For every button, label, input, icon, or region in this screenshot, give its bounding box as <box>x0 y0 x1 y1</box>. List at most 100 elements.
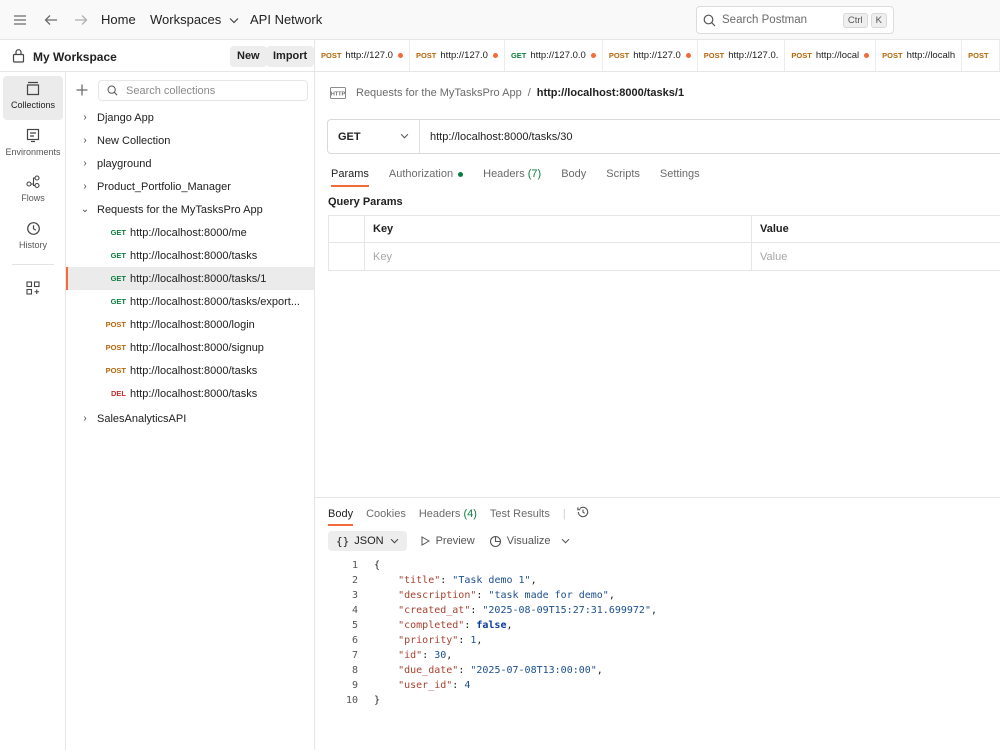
breadcrumb-current[interactable]: http://localhost:8000/tasks/1 <box>537 87 684 99</box>
column-header-key: Key <box>365 216 752 242</box>
tab-request-5[interactable]: POST http://127.0. <box>698 40 786 71</box>
request-item[interactable]: GET http://localhost:8000/tasks/export... <box>66 290 314 313</box>
tab-request-2[interactable]: POST http://127.0 <box>410 40 505 71</box>
json-key: "description" <box>398 590 477 601</box>
breadcrumb-parent[interactable]: Requests for the MyTasksPro App <box>356 87 522 99</box>
tab-request-1[interactable]: POST http://127.0 <box>315 40 410 71</box>
unsaved-dot <box>492 53 498 58</box>
tab-cookies[interactable]: Cookies <box>366 508 406 526</box>
shortcut-ctrl: Ctrl <box>842 12 868 28</box>
workspace-title[interactable]: My Workspace <box>33 50 117 64</box>
tab-request-3[interactable]: GET http://127.0.0 <box>505 40 603 71</box>
request-label: http://localhost:8000/tasks/export... <box>130 295 300 308</box>
play-icon <box>421 536 430 546</box>
tab-request-7[interactable]: POST http://localh <box>876 40 963 71</box>
chevron-down-icon[interactable] <box>561 535 570 547</box>
add-collection-icon[interactable] <box>76 81 88 101</box>
visualize-icon <box>489 535 501 547</box>
visualize-label: Visualize <box>506 535 551 547</box>
request-item[interactable]: GET http://localhost:8000/tasks <box>66 244 314 267</box>
add-apps-icon <box>3 281 63 297</box>
workspaces-dropdown[interactable]: Workspaces <box>150 12 239 27</box>
headers-count: (7) <box>527 168 542 180</box>
home-link[interactable]: Home <box>101 12 136 27</box>
value-input[interactable]: Value <box>752 243 1000 270</box>
forward-arrow-icon[interactable] <box>71 10 91 30</box>
tab-params[interactable]: Params <box>331 168 369 187</box>
sidebar-item-environments[interactable]: Environments <box>3 123 63 167</box>
tab-request-4[interactable]: POST http://127.0 <box>603 40 698 71</box>
tab-scripts[interactable]: Scripts <box>606 168 640 187</box>
collection-django-app[interactable]: › Django App <box>66 106 314 129</box>
sidebar-rail: Collections Environments Flows History <box>0 72 66 750</box>
workspace-header: My Workspace New Import <box>0 40 315 72</box>
tab-separator: | <box>562 507 566 520</box>
tab-response-body[interactable]: Body <box>328 508 354 526</box>
search-collections-input[interactable]: Search collections <box>98 80 308 101</box>
back-arrow-icon[interactable] <box>41 10 61 30</box>
json-key: "completed" <box>398 620 465 631</box>
request-method: POST <box>105 320 126 329</box>
tab-response-headers[interactable]: Headers (4) <box>419 508 477 526</box>
import-button[interactable]: Import <box>266 46 315 67</box>
preview-button[interactable]: Preview <box>421 535 475 547</box>
sidebar-item-collections[interactable]: Collections <box>3 76 63 120</box>
search-placeholder: Search Postman <box>722 14 808 26</box>
collection-salesanalyticsapi[interactable]: › SalesAnalyticsAPI <box>66 407 314 430</box>
code-line: 5 "completed": false, <box>328 618 657 633</box>
tab-settings[interactable]: Settings <box>660 168 700 187</box>
request-item[interactable]: POST http://localhost:8000/signup <box>66 336 314 359</box>
api-network-link[interactable]: API Network <box>250 12 322 27</box>
visualize-button[interactable]: Visualize <box>489 535 551 548</box>
response-history-icon[interactable] <box>576 505 590 528</box>
tab-method: POST <box>882 51 903 60</box>
format-select[interactable]: {} JSON <box>328 531 407 551</box>
collection-new-collection[interactable]: › New Collection <box>66 129 314 152</box>
request-method: POST <box>105 343 126 352</box>
request-label: http://localhost:8000/tasks/1 <box>130 272 267 285</box>
sidebar-item-flows[interactable]: Flows <box>3 169 63 213</box>
search-icon <box>107 85 118 96</box>
collection-playground[interactable]: › playground <box>66 152 314 175</box>
new-button[interactable]: New <box>230 46 267 67</box>
json-key: "title" <box>398 575 441 586</box>
menu-icon[interactable] <box>10 10 30 30</box>
request-item[interactable]: DEL http://localhost:8000/tasks <box>66 382 314 405</box>
tab-request-6[interactable]: POST http://local <box>785 40 877 71</box>
tab-body[interactable]: Body <box>561 168 586 187</box>
request-item[interactable]: POST http://localhost:8000/tasks <box>66 359 314 382</box>
request-method: DEL <box>111 389 126 398</box>
key-input[interactable]: Key <box>365 243 752 270</box>
sidebar-item-history[interactable]: History <box>3 216 63 260</box>
response-headers-count: (4) <box>463 507 477 520</box>
response-format-row: {} JSON Preview Visualize <box>328 531 570 551</box>
chevron-down-icon <box>400 131 409 142</box>
search-collections-placeholder: Search collections <box>126 84 216 97</box>
tab-request-8[interactable]: POST <box>962 40 1000 71</box>
sidebar-item-configure[interactable] <box>3 276 63 300</box>
request-item[interactable]: POST http://localhost:8000/login <box>66 313 314 336</box>
json-value: "Task demo 1" <box>452 575 531 586</box>
collections-icon <box>3 81 63 97</box>
request-item[interactable]: GET http://localhost:8000/tasks/1 <box>66 267 314 290</box>
search-postman-input[interactable]: Search Postman Ctrl K <box>696 6 894 34</box>
tab-headers[interactable]: Headers (7) <box>483 168 541 187</box>
tab-test-results[interactable]: Test Results <box>490 508 550 526</box>
collection-label: Django App <box>97 111 154 124</box>
request-method: GET <box>110 251 126 260</box>
collection-product-portfolio-manager[interactable]: › Product_Portfolio_Manager <box>66 175 314 198</box>
tab-authorization[interactable]: Authorization <box>389 168 464 187</box>
method-select[interactable]: GET <box>328 120 420 153</box>
line-number: 5 <box>351 620 358 631</box>
collection-mytaskspro[interactable]: ⌄ Requests for the MyTasksPro App <box>66 198 314 221</box>
code-line: 6 "priority": 1, <box>328 633 657 648</box>
search-icon <box>703 14 716 26</box>
line-number: 2 <box>351 575 358 586</box>
request-item[interactable]: GET http://localhost:8000/me <box>66 221 314 244</box>
url-input[interactable]: http://localhost:8000/tasks/30 <box>430 131 572 143</box>
response-body-code[interactable]: 1{2 "title": "Task demo 1", 3 "descriptio… <box>328 558 657 708</box>
code-line: 2 "title": "Task demo 1", <box>328 573 657 588</box>
format-label: JSON <box>354 535 384 547</box>
response-divider[interactable] <box>315 497 1000 498</box>
rail-divider <box>12 264 54 265</box>
